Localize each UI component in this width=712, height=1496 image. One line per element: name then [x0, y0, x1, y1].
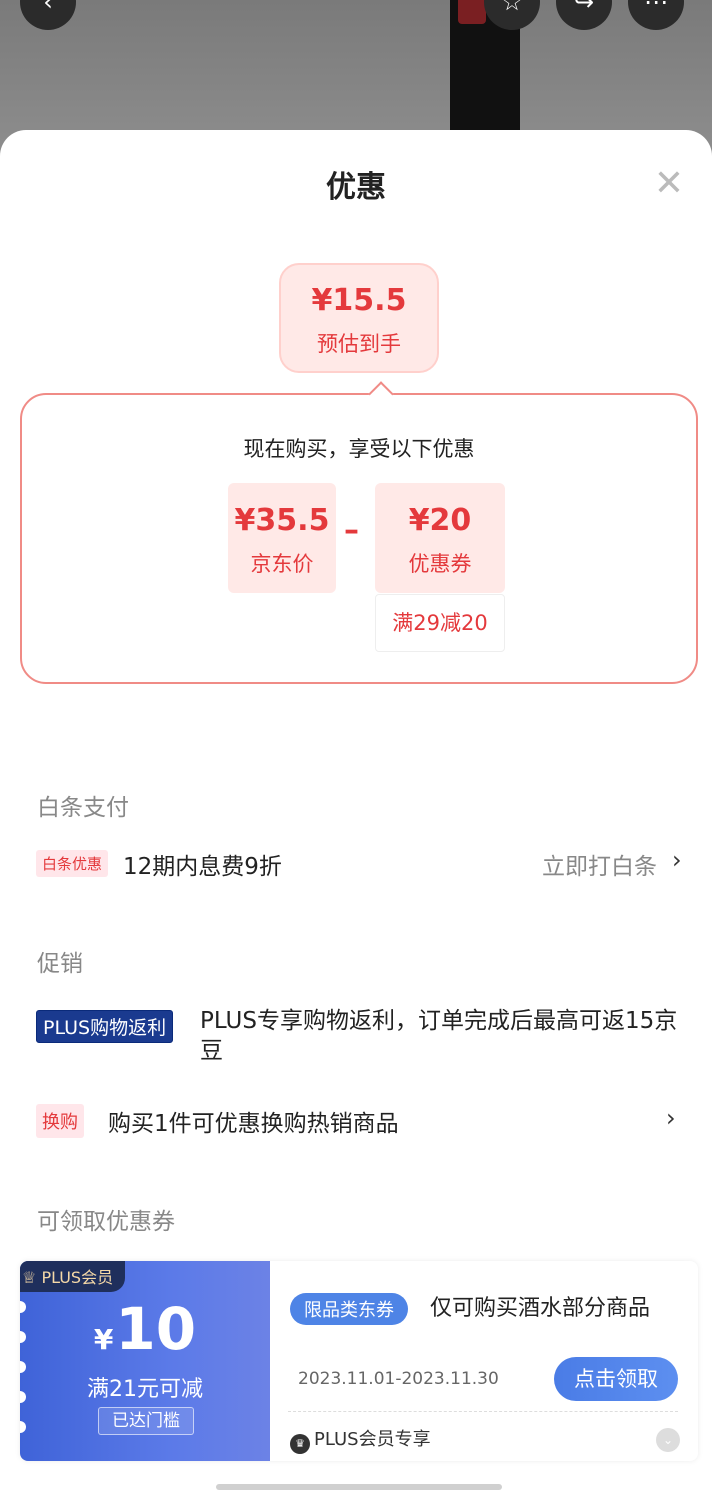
coupon-condition: 满21元可减 [87, 1377, 203, 1402]
baitiao-text: 12期内息费9折 [123, 854, 282, 880]
swap-tag: 换购 [36, 1104, 84, 1138]
discount-sheet: 优惠 ✕ ¥15.5 预估到手 现在购买，享受以下优惠 ¥35.5 京东价 – … [0, 130, 712, 1496]
estimated-price: ¥15.5 [311, 283, 407, 318]
coupon-notch [20, 1421, 26, 1433]
expand-icon[interactable]: ⌄ [656, 1428, 680, 1452]
promotion-section-label: 促销 [37, 951, 83, 977]
baitiao-action[interactable]: 立即打白条 [542, 847, 657, 881]
coupon-threshold: 已达门槛 [98, 1407, 194, 1435]
jd-price-value: ¥35.5 [234, 503, 330, 538]
coupon-label: 优惠券 [408, 552, 472, 576]
close-icon[interactable]: ✕ [654, 166, 684, 202]
discount-breakdown: 现在购买，享受以下优惠 ¥35.5 京东价 – ¥20 优惠券 满29减20 [20, 381, 698, 684]
crown-icon: ♛ [290, 1434, 310, 1454]
plus-member-badge-label: PLUS会员 [41, 1268, 114, 1287]
home-indicator [216, 1484, 502, 1490]
coupon-divider [288, 1411, 678, 1412]
estimated-price-card: ¥15.5 预估到手 [279, 263, 439, 373]
minus-sign: – [344, 513, 359, 548]
jd-price-label: 京东价 [250, 552, 314, 576]
coupon-category-tag: 限品类东券 [290, 1293, 408, 1325]
sheet-title: 优惠 [326, 170, 386, 205]
coupon-currency: ¥ [93, 1323, 114, 1356]
bottle-cap [458, 0, 486, 24]
crown-icon: ♕ [22, 1268, 37, 1287]
coupon-card: ♕ PLUS会员 ¥10 满21元可减 已达门槛 仅可购买酒水部分商品 限品类东… [20, 1261, 698, 1461]
coupon-tile: ¥20 优惠券 [375, 483, 505, 593]
estimated-price-label: 预估到手 [317, 332, 401, 356]
plus-only-text: PLUS会员专享 [314, 1429, 431, 1450]
coupon-amount: ¥10 [20, 1295, 270, 1363]
chevron-right-icon: › [672, 846, 682, 874]
swap-text: 购买1件可优惠换购热销商品 [108, 1111, 399, 1137]
coupon-amount-value: 10 [115, 1295, 197, 1363]
chevron-left-icon: ‹ [43, 0, 53, 16]
coupons-section-label: 可领取优惠券 [37, 1209, 175, 1235]
plus-member-badge: ♕ PLUS会员 [20, 1261, 126, 1292]
coupon-value-panel: ♕ PLUS会员 ¥10 满21元可减 已达门槛 [20, 1261, 270, 1461]
plus-only-note: ♛ PLUS会员专享 [290, 1425, 431, 1454]
star-icon: ☆ [501, 0, 523, 16]
jd-price-tile: ¥35.5 京东价 [228, 483, 336, 593]
coupon-rule: 满29减20 [375, 594, 505, 652]
coupon-info-panel: 仅可购买酒水部分商品 限品类东券 2023.11.01-2023.11.30 点… [270, 1261, 698, 1461]
chevron-right-icon: › [666, 1104, 676, 1132]
breakdown-title: 现在购买，享受以下优惠 [243, 437, 475, 461]
more-icon: ⋯ [644, 0, 668, 16]
baitiao-tag: 白条优惠 [36, 850, 109, 877]
claim-coupon-button[interactable]: 点击领取 [554, 1357, 678, 1401]
plus-rebate-tag: PLUS购物返利 [36, 1010, 174, 1043]
share-icon: ↪ [573, 0, 595, 16]
callout-pointer [368, 381, 394, 407]
coupon-value: ¥20 [408, 503, 472, 538]
coupon-dates: 2023.11.01-2023.11.30 [298, 1369, 499, 1389]
plus-rebate-text: PLUS专享购物返利，订单完成后最高可返15京豆 [200, 1008, 678, 1064]
baitiao-section-label: 白条支付 [37, 795, 129, 821]
